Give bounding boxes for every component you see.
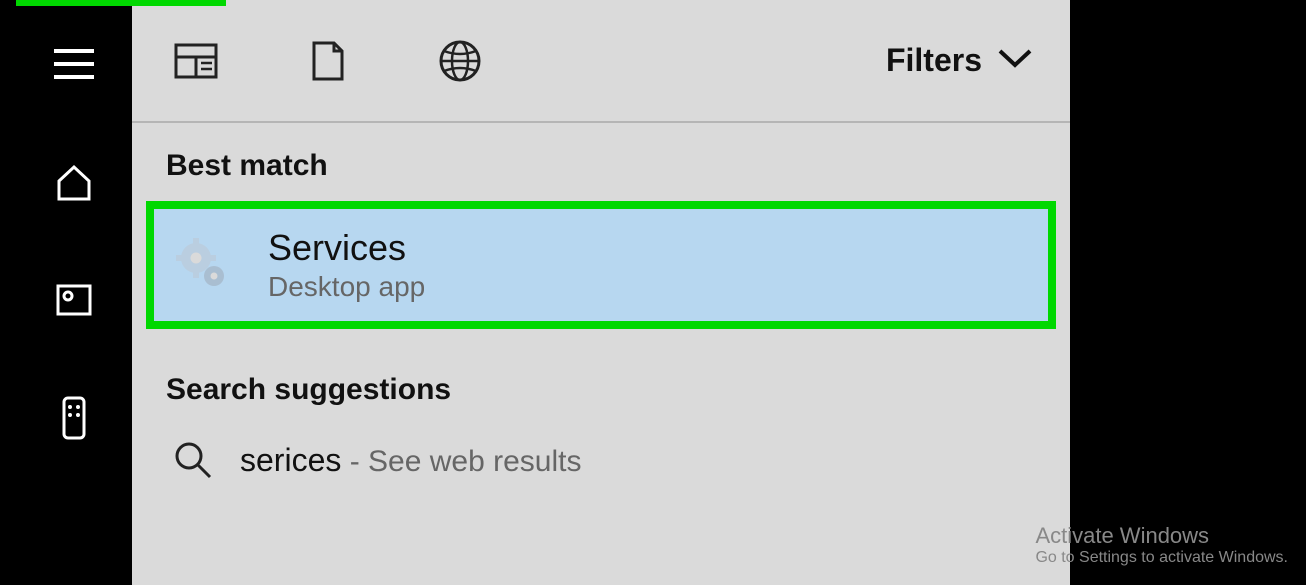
services-gear-icon bbox=[174, 236, 232, 294]
best-match-text: Services Desktop app bbox=[268, 227, 425, 303]
toolbar-left bbox=[174, 39, 482, 83]
hamburger-icon[interactable] bbox=[50, 40, 98, 88]
best-match-result[interactable]: Services Desktop app bbox=[146, 201, 1056, 329]
best-match-title: Services bbox=[268, 227, 425, 269]
best-match-subtitle: Desktop app bbox=[268, 271, 425, 303]
watermark-title: Activate Windows bbox=[1035, 523, 1288, 549]
best-match-header: Best match bbox=[132, 123, 1070, 197]
apps-filter-icon[interactable] bbox=[174, 39, 218, 83]
home-icon[interactable] bbox=[50, 158, 98, 206]
search-icon bbox=[172, 439, 214, 481]
filters-label: Filters bbox=[886, 42, 982, 79]
chevron-down-icon bbox=[996, 47, 1034, 74]
suggestions-header: Search suggestions bbox=[132, 347, 1070, 421]
watermark-sub: Go to Settings to activate Windows. bbox=[1035, 549, 1288, 567]
main-content: Filters Best match bbox=[132, 0, 1070, 585]
activate-windows-watermark: Activate Windows Go to Settings to activ… bbox=[1035, 523, 1288, 567]
toolbar: Filters bbox=[132, 0, 1070, 123]
suggestion-extra: - See web results bbox=[341, 445, 581, 478]
web-filter-icon[interactable] bbox=[438, 39, 482, 83]
suggestion-term: serices bbox=[240, 442, 341, 478]
filters-dropdown[interactable]: Filters bbox=[886, 42, 1034, 79]
photos-icon[interactable] bbox=[50, 276, 98, 324]
suggestion-text: serices - See web results bbox=[240, 442, 581, 479]
top-progress-bar bbox=[16, 0, 226, 6]
sidebar bbox=[16, 0, 132, 585]
documents-filter-icon[interactable] bbox=[306, 39, 350, 83]
search-panel: Filters Best match bbox=[16, 0, 1070, 585]
suggestion-item[interactable]: serices - See web results bbox=[132, 421, 1070, 481]
remote-icon[interactable] bbox=[50, 394, 98, 442]
